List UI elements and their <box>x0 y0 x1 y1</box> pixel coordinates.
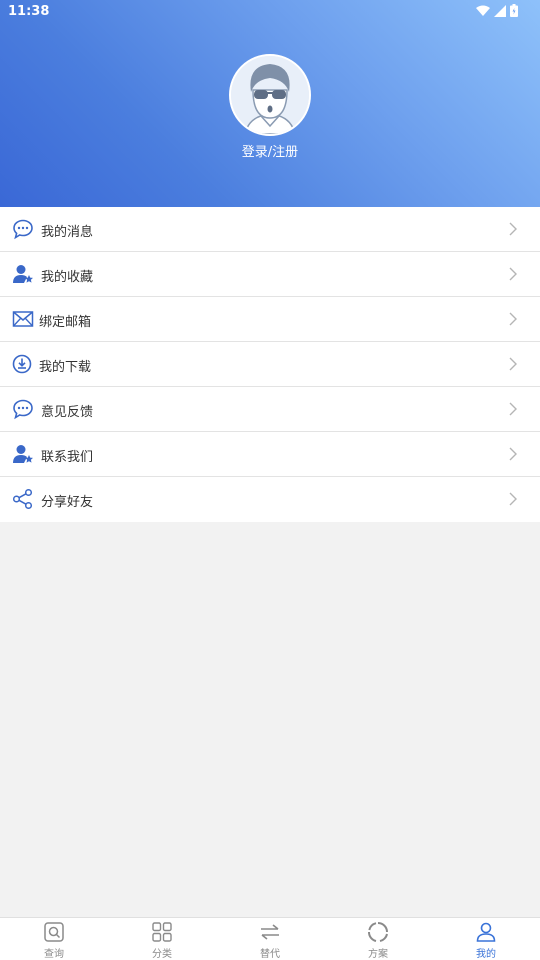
tab-replace[interactable]: 替代 <box>216 918 324 960</box>
chevron-right-icon <box>508 311 518 327</box>
menu-item-label: 我的收藏 <box>41 270 94 285</box>
chevron-right-icon <box>508 491 518 507</box>
envelope-icon <box>12 308 34 330</box>
menu-item-share[interactable]: 分享好友 <box>0 477 540 522</box>
profile-header: 11:38 登录/注册 <box>0 0 540 207</box>
menu-item-label: 意见反馈 <box>41 405 94 420</box>
tab-label: 我的 <box>476 949 496 960</box>
profile-screen: 11:38 登录/注册 我的消息 我的收藏 绑定邮箱 我的下载 意见反馈 联系我… <box>0 0 540 960</box>
swap-icon <box>259 921 281 943</box>
chevron-right-icon <box>508 356 518 372</box>
wifi-icon <box>476 5 490 17</box>
battery-icon <box>510 4 518 17</box>
user-star-icon <box>12 263 34 285</box>
tab-query[interactable]: 查询 <box>0 918 108 960</box>
chat-bubble-icon <box>12 398 34 420</box>
status-time: 11:38 <box>8 4 50 19</box>
chevron-right-icon <box>508 266 518 282</box>
chevron-right-icon <box>508 221 518 237</box>
menu-item-label: 分享好友 <box>41 495 94 510</box>
menu-item-label: 我的消息 <box>41 225 94 240</box>
chevron-right-icon <box>508 401 518 417</box>
share-icon <box>12 488 34 510</box>
menu-item-label: 绑定邮箱 <box>39 315 92 330</box>
status-icons <box>476 4 518 17</box>
menu-item-messages[interactable]: 我的消息 <box>0 207 540 252</box>
grid-icon <box>151 921 173 943</box>
tab-category[interactable]: 分类 <box>108 918 216 960</box>
tab-label: 方案 <box>368 949 388 960</box>
status-bar: 11:38 <box>0 0 540 24</box>
menu-item-favorites[interactable]: 我的收藏 <box>0 252 540 297</box>
menu-item-feedback[interactable]: 意见反馈 <box>0 387 540 432</box>
person-icon <box>475 921 497 943</box>
chat-bubble-icon <box>12 218 34 240</box>
signal-icon <box>494 4 506 17</box>
tab-mine[interactable]: 我的 <box>432 918 540 960</box>
menu-item-label: 联系我们 <box>41 450 94 465</box>
loading-circle-icon <box>367 921 389 943</box>
menu-item-contact-us[interactable]: 联系我们 <box>0 432 540 477</box>
download-icon <box>12 353 34 375</box>
tab-label: 查询 <box>44 949 64 960</box>
bottom-tab-bar: 查询 分类 替代 方案 我的 <box>0 917 540 960</box>
avatar[interactable] <box>229 54 311 136</box>
tab-label: 替代 <box>260 949 280 960</box>
menu-item-bind-email[interactable]: 绑定邮箱 <box>0 297 540 342</box>
tab-solution[interactable]: 方案 <box>324 918 432 960</box>
tab-label: 分类 <box>152 949 172 960</box>
search-icon <box>43 921 65 943</box>
login-register-link[interactable]: 登录/注册 <box>0 141 540 160</box>
menu-item-downloads[interactable]: 我的下载 <box>0 342 540 387</box>
profile-menu: 我的消息 我的收藏 绑定邮箱 我的下载 意见反馈 联系我们 分享好友 <box>0 207 540 522</box>
chevron-right-icon <box>508 446 518 462</box>
menu-item-label: 我的下载 <box>39 360 92 375</box>
user-star-icon <box>12 443 34 465</box>
